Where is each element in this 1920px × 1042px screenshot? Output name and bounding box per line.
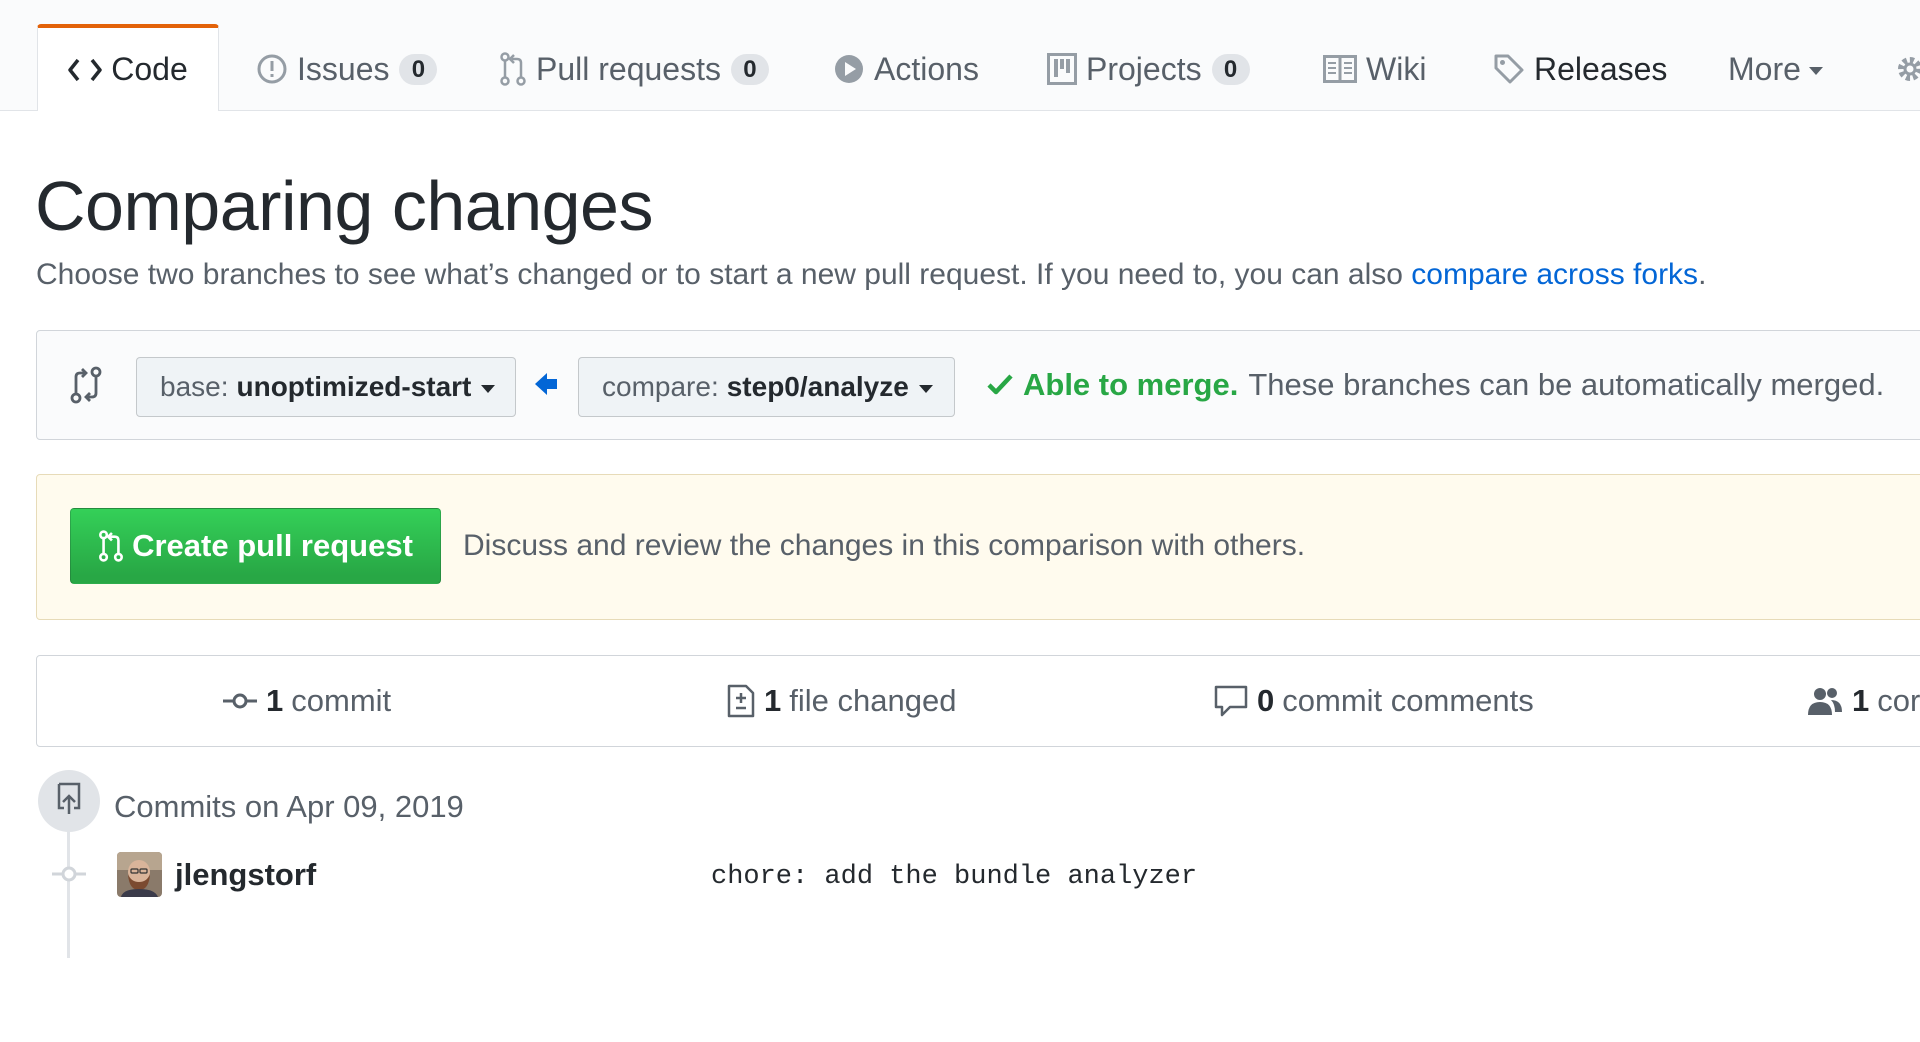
tab-actions-label: Actions bbox=[874, 50, 979, 87]
pull-request-icon bbox=[98, 530, 124, 562]
book-icon bbox=[1323, 55, 1357, 83]
create-pr-hint: Discuss and review the changes in this c… bbox=[463, 529, 1306, 562]
commit-icon bbox=[223, 691, 257, 711]
tab-code[interactable]: Code bbox=[37, 24, 219, 111]
project-icon bbox=[1047, 53, 1077, 85]
file-diff-icon bbox=[727, 684, 755, 718]
repo-push-icon bbox=[54, 782, 84, 821]
tab-projects-label: Projects bbox=[1086, 50, 1202, 87]
page-description: Choose two branches to see what’s change… bbox=[36, 258, 1706, 292]
check-icon bbox=[987, 367, 1013, 403]
base-prefix: base: bbox=[160, 371, 229, 402]
people-icon bbox=[1807, 686, 1843, 716]
comments-count: 0 bbox=[1257, 683, 1275, 718]
tab-projects[interactable]: Projects 0 bbox=[1047, 26, 1250, 112]
tab-issues[interactable]: Issues 0 bbox=[256, 26, 438, 112]
summary-commit-comments[interactable]: 0 commit comments bbox=[1214, 656, 1534, 746]
author-avatar[interactable] bbox=[117, 852, 162, 897]
page-title: Comparing changes bbox=[35, 167, 653, 245]
tab-code-label: Code bbox=[111, 51, 188, 87]
tab-pull-requests-label: Pull requests bbox=[536, 50, 721, 87]
files-label: file changed bbox=[789, 683, 957, 718]
tab-pull-requests[interactable]: Pull requests 0 bbox=[499, 26, 769, 112]
merge-ok-text: Able to merge. bbox=[1023, 367, 1239, 402]
gear-icon bbox=[1894, 53, 1920, 85]
pull-requests-counter: 0 bbox=[730, 53, 769, 85]
tab-more[interactable]: More bbox=[1728, 26, 1823, 112]
merge-status: Able to merge. These branches can be aut… bbox=[987, 367, 1884, 403]
comment-icon bbox=[1214, 685, 1248, 717]
caret-down-icon bbox=[1808, 67, 1823, 75]
issues-counter: 0 bbox=[399, 53, 438, 85]
commits-count: 1 bbox=[266, 683, 284, 718]
repo-nav: Code Issues 0 Pull requests 0 Actions Pr… bbox=[0, 0, 1920, 111]
description-text: Choose two branches to see what’s change… bbox=[36, 258, 1412, 291]
tab-actions[interactable]: Actions bbox=[833, 26, 979, 112]
base-branch-select[interactable]: base: unoptimized-start bbox=[136, 357, 516, 417]
description-suffix: . bbox=[1698, 258, 1707, 291]
range-editor: base: unoptimized-start compare: step0/a… bbox=[36, 330, 1920, 440]
commits-label: commit bbox=[291, 683, 392, 718]
pull-request-icon bbox=[499, 52, 527, 86]
tab-more-label: More bbox=[1728, 50, 1801, 87]
base-branch-name: unoptimized-start bbox=[236, 371, 472, 402]
summary-files-changed[interactable]: 1 file changed bbox=[727, 656, 956, 746]
contributors-label: cor bbox=[1877, 683, 1920, 718]
play-icon bbox=[833, 53, 865, 85]
compare-branch-name: step0/analyze bbox=[726, 371, 909, 402]
contributors-count: 1 bbox=[1852, 683, 1870, 718]
tab-issues-label: Issues bbox=[297, 50, 390, 87]
arrow-left-icon bbox=[535, 371, 559, 402]
commits-date-heading: Commits on Apr 09, 2019 bbox=[114, 789, 464, 824]
files-count: 1 bbox=[764, 683, 782, 718]
compare-branch-select[interactable]: compare: step0/analyze bbox=[578, 357, 955, 417]
tab-releases-label: Releases bbox=[1534, 50, 1668, 87]
issue-icon bbox=[256, 53, 288, 85]
projects-counter: 0 bbox=[1211, 53, 1250, 85]
create-pull-request-label: Create pull request bbox=[132, 528, 413, 563]
tab-releases[interactable]: Releases bbox=[1493, 26, 1667, 112]
commits-date-badge bbox=[38, 770, 100, 832]
commit-author-link[interactable]: jlengstorf bbox=[175, 857, 316, 893]
summary-contributors[interactable]: 1 cor bbox=[1807, 656, 1920, 746]
commit-node-icon bbox=[52, 862, 86, 891]
create-pr-box: Create pull request Discuss and review t… bbox=[36, 474, 1920, 620]
comments-label: commit comments bbox=[1282, 683, 1534, 718]
commit-message-link[interactable]: chore: add the bundle analyzer bbox=[711, 862, 1197, 892]
tag-icon bbox=[1493, 53, 1525, 85]
compare-across-forks-link[interactable]: compare across forks bbox=[1411, 258, 1698, 291]
caret-down-icon bbox=[918, 385, 933, 393]
git-compare-icon bbox=[69, 365, 103, 410]
code-icon bbox=[68, 57, 102, 83]
tab-wiki-label: Wiki bbox=[1366, 50, 1427, 87]
create-pull-request-button[interactable]: Create pull request bbox=[70, 508, 441, 584]
tab-settings[interactable] bbox=[1894, 26, 1920, 112]
caret-down-icon bbox=[481, 385, 496, 393]
tab-wiki[interactable]: Wiki bbox=[1323, 26, 1426, 112]
summary-commits[interactable]: 1 commit bbox=[223, 656, 391, 746]
compare-prefix: compare: bbox=[602, 371, 719, 402]
compare-summary: 1 commit 1 file changed 0 commit comment… bbox=[36, 655, 1920, 747]
merge-message: These branches can be automatically merg… bbox=[1248, 367, 1885, 402]
